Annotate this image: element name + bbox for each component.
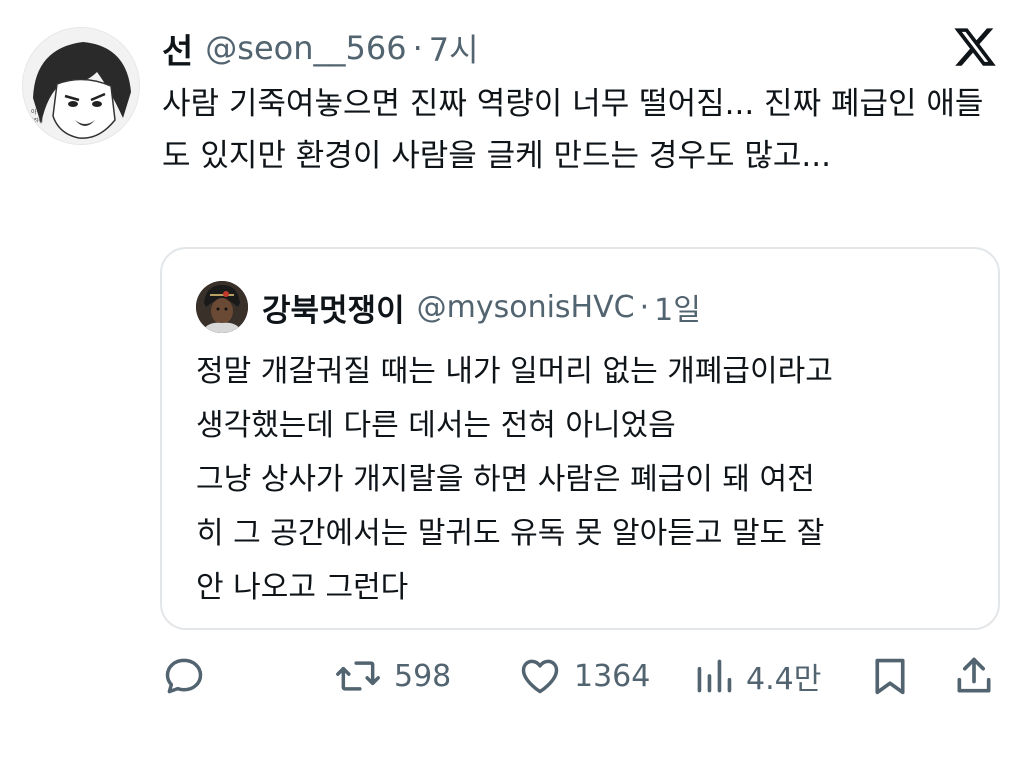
bookmark-icon xyxy=(875,658,905,695)
svg-text:살려줘: 살려줘 xyxy=(29,117,43,124)
quoted-text-line: 히 그 공간에서는 말귀도 유독 못 알아듣고 말도 잘 xyxy=(196,516,825,551)
tweet-action-bar: 598 1364 4.4만 xyxy=(0,648,1024,704)
quoted-author-handle[interactable]: @mysonisHVC xyxy=(417,290,635,325)
tweet-header: 선 @seon__566 · 7시 xyxy=(162,24,479,73)
quoted-tweet-card[interactable]: 강북멋쟁이 @mysonisHVC · 1일 정말 개갈궈질 때는 내가 일머리… xyxy=(160,247,1000,630)
tweet-text: 사람 기죽여놓으면 진짜 역량이 너무 떨어짐... 진짜 폐급인 애들도 있지… xyxy=(162,86,984,174)
tweet-timestamp[interactable]: 7시 xyxy=(429,25,479,71)
manga-character-avatar-icon: 아 살려줘 xyxy=(23,28,139,144)
quoted-tweet-header: 강북멋쟁이 @mysonisHVC · 1일 xyxy=(262,283,701,331)
retweet-button[interactable]: 598 xyxy=(334,648,451,704)
views-count: 4.4만 xyxy=(746,662,822,697)
views-icon xyxy=(697,659,732,693)
quoted-tweet-text: 정말 개갈궈질 때는 내가 일머리 없는 개폐급이라고 생각했는데 다른 데서는… xyxy=(196,345,986,615)
reply-button[interactable] xyxy=(162,648,206,704)
author-display-name[interactable]: 선 xyxy=(162,24,193,73)
quoted-text-line: 그냥 상사가 개지랄을 하면 사람은 폐급이 돼 여전 xyxy=(196,462,815,497)
quoted-text-line: 생각했는데 다른 데서는 전혀 아니었음 xyxy=(196,408,676,443)
author-avatar[interactable]: 아 살려줘 xyxy=(22,27,140,145)
views-button[interactable]: 4.4만 xyxy=(694,648,821,704)
share-button[interactable] xyxy=(952,648,996,704)
quoted-author-avatar[interactable] xyxy=(196,281,248,333)
separator-dot: · xyxy=(639,289,650,325)
like-button[interactable]: 1364 xyxy=(518,648,650,704)
like-count: 1364 xyxy=(574,658,651,694)
bookmark-button[interactable] xyxy=(870,648,910,704)
x-logo-icon[interactable] xyxy=(952,24,998,70)
retweet-count: 598 xyxy=(394,658,452,694)
heart-icon xyxy=(521,659,559,694)
svg-text:아: 아 xyxy=(31,108,37,116)
quoted-text-line: 정말 개갈궈질 때는 내가 일머리 없는 개폐급이라고 xyxy=(196,354,833,389)
share-icon xyxy=(957,657,991,693)
author-handle[interactable]: @seon__566 xyxy=(205,29,406,67)
person-photo-avatar-icon xyxy=(196,281,248,333)
separator-dot: · xyxy=(412,29,423,67)
quoted-author-display-name[interactable]: 강북멋쟁이 xyxy=(262,285,405,330)
quoted-tweet-timestamp[interactable]: 1일 xyxy=(654,285,701,329)
quoted-text-line: 안 나오고 그런다 xyxy=(196,570,409,605)
reply-icon xyxy=(165,658,203,694)
retweet-icon xyxy=(336,661,380,691)
